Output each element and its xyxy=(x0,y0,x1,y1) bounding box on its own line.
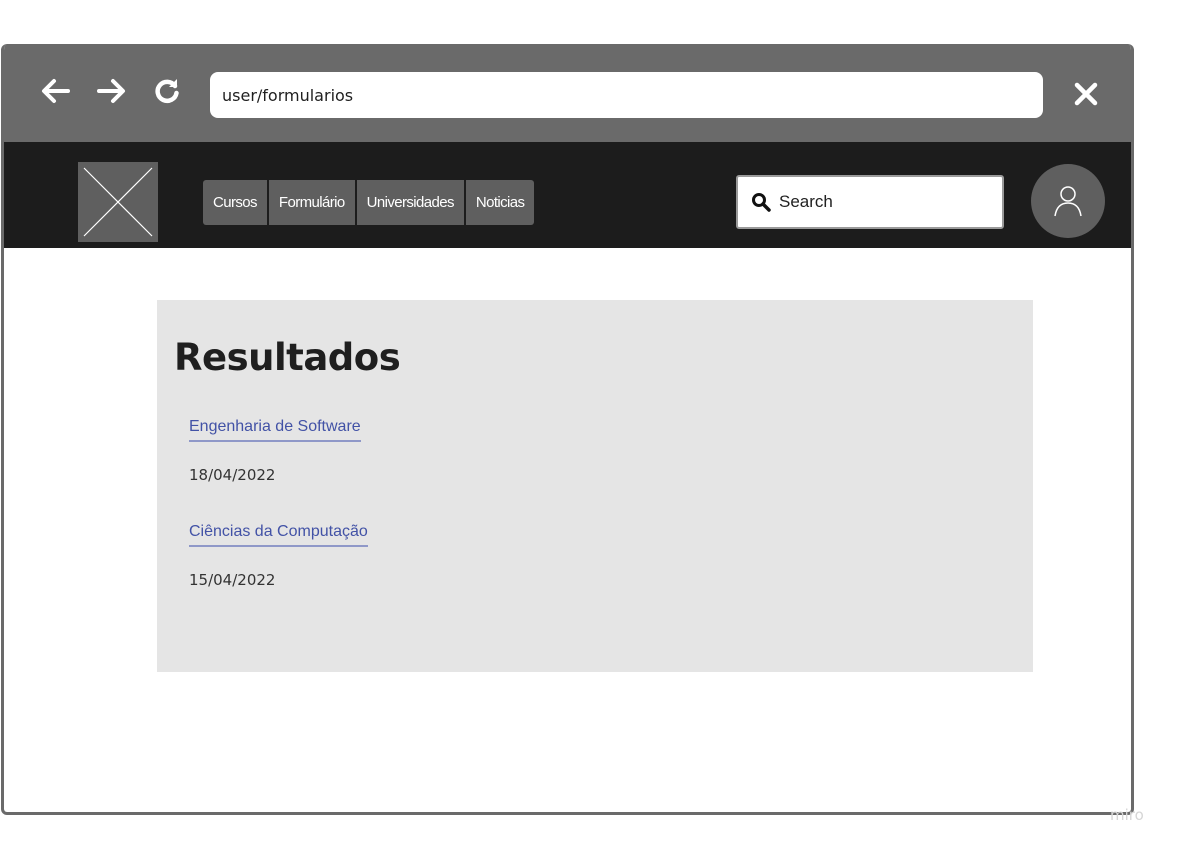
site-header: Cursos Formulário Universidades Noticias… xyxy=(4,142,1131,248)
avatar[interactable] xyxy=(1031,164,1105,238)
results-title: Resultados xyxy=(174,336,401,379)
menu-item-cursos[interactable]: Cursos xyxy=(203,180,269,225)
logo-placeholder[interactable] xyxy=(78,162,158,242)
browser-toolbar: user/formularios xyxy=(4,44,1131,142)
search-placeholder: Search xyxy=(779,192,833,211)
close-icon[interactable] xyxy=(1074,82,1098,111)
browser-window: user/formularios Cursos Formulário Unive… xyxy=(1,44,1134,815)
image-placeholder-icon xyxy=(83,167,153,237)
result-link-2[interactable]: Ciências da Computação xyxy=(189,523,368,547)
search-icon xyxy=(752,193,771,212)
results-panel: Resultados Engenharia de Software 18/04/… xyxy=(157,300,1033,672)
menu-item-universidades[interactable]: Universidades xyxy=(356,180,466,225)
menu-item-noticias[interactable]: Noticias xyxy=(465,180,535,225)
result-date-2: 15/04/2022 xyxy=(189,571,276,589)
url-text: user/formularios xyxy=(222,85,354,105)
forward-arrow-icon[interactable] xyxy=(97,78,127,104)
result-date-1: 18/04/2022 xyxy=(189,466,276,484)
result-link-1[interactable]: Engenharia de Software xyxy=(189,418,361,442)
address-bar[interactable]: user/formularios xyxy=(210,72,1043,118)
reload-icon[interactable] xyxy=(154,78,180,104)
watermark-text: miro xyxy=(1110,806,1144,824)
menu-item-formulario[interactable]: Formulário xyxy=(268,180,357,225)
user-icon xyxy=(1054,186,1082,217)
search-input[interactable]: Search xyxy=(736,175,1004,229)
main-menu: Cursos Formulário Universidades Noticias xyxy=(203,180,535,225)
back-arrow-icon[interactable] xyxy=(40,78,70,104)
